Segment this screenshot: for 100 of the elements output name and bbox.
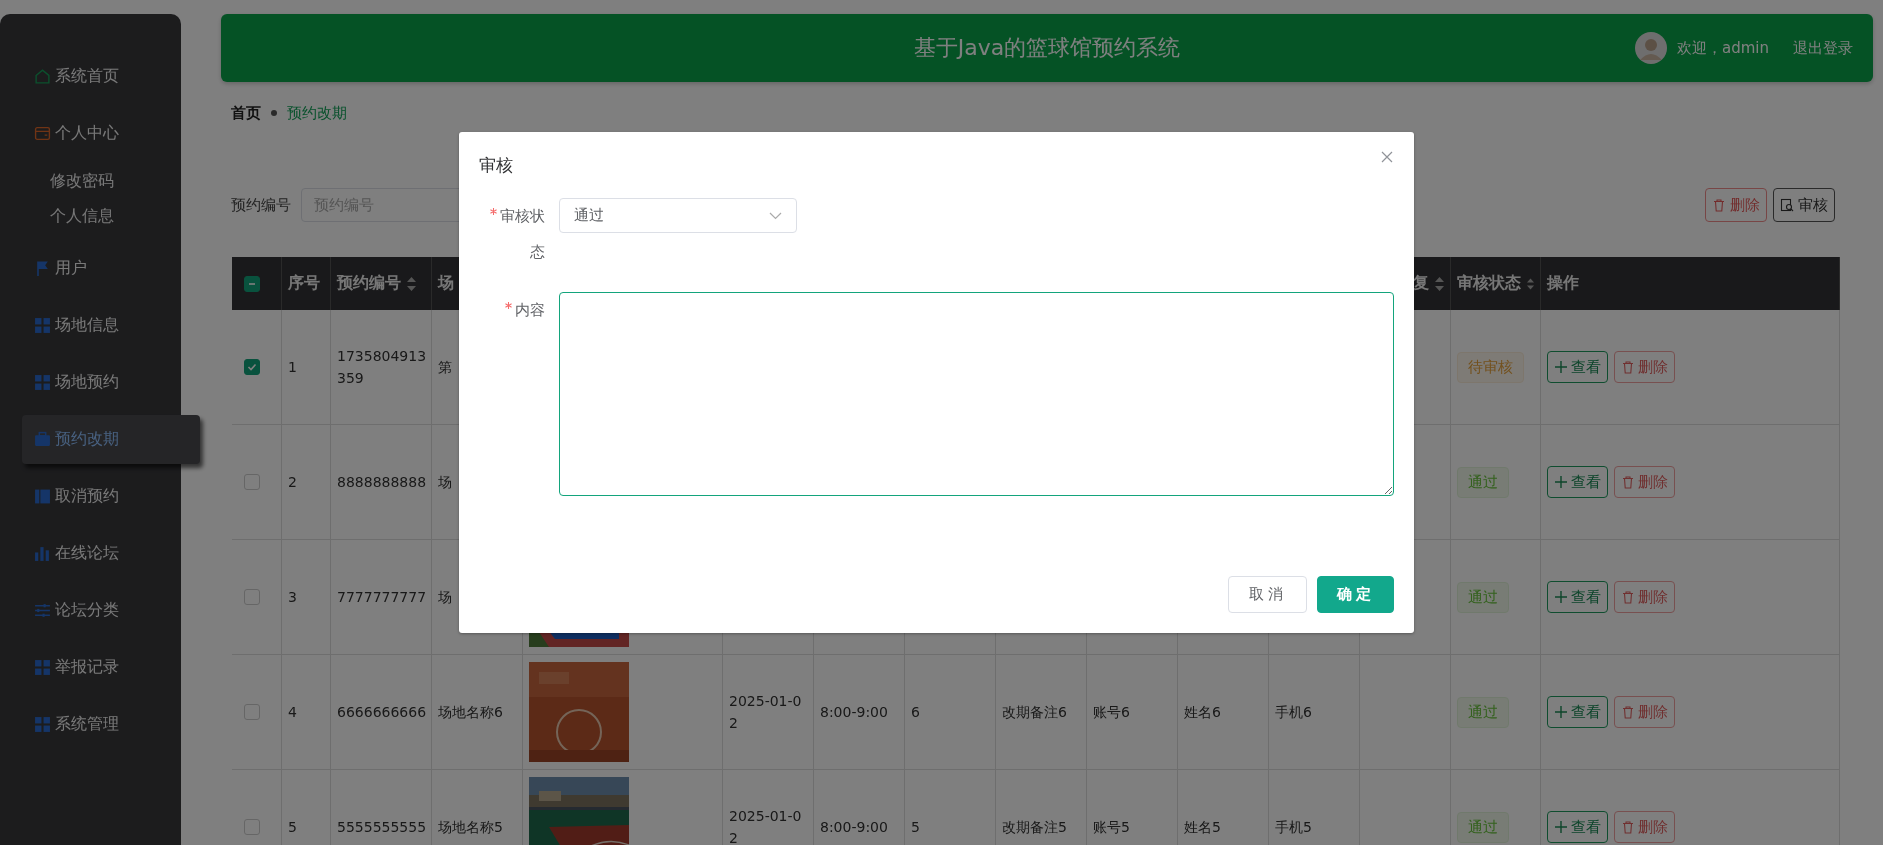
separator-dot <box>271 110 277 116</box>
field-label: 内容 <box>479 292 545 328</box>
logout-link[interactable]: 退出登录 <box>1793 38 1853 58</box>
sidebar-item[interactable]: 取消预约 <box>34 472 174 521</box>
cancel-button[interactable]: 取消 <box>1228 576 1307 613</box>
sidebar-item[interactable]: 场地信息 <box>34 301 174 350</box>
plus-icon <box>1554 360 1568 374</box>
plus-icon <box>1554 820 1568 834</box>
status-select[interactable]: 通过 <box>559 198 797 233</box>
venue-cell-text: 场地名称6 <box>438 702 503 722</box>
view-button[interactable]: 查看 <box>1547 351 1608 383</box>
index-cell-text: 5 <box>288 817 297 837</box>
checkbox[interactable] <box>244 704 260 720</box>
status-tag: 通过 <box>1457 811 1509 843</box>
confirm-button[interactable]: 确定 <box>1317 576 1394 613</box>
index-cell-text: 2 <box>288 472 297 492</box>
time-cell-text: 8:00-9:00 <box>820 702 888 722</box>
plus-icon <box>1554 705 1568 719</box>
view-button[interactable]: 查看 <box>1547 466 1608 498</box>
sidebar-item[interactable]: 系统管理 <box>34 700 174 749</box>
sort-icon[interactable] <box>1527 276 1534 291</box>
status-tag: 通过 <box>1457 466 1509 498</box>
grid-icon <box>34 317 51 334</box>
delete-button[interactable]: 删除 <box>1614 811 1675 843</box>
sidebar-item[interactable]: 系统首页 <box>34 52 174 101</box>
dialog-title: 审核 <box>479 154 513 177</box>
trash-icon <box>1621 705 1635 719</box>
sidebar-item[interactable]: 个人中心 <box>34 109 174 158</box>
chevron-down-icon <box>769 211 782 220</box>
content-field[interactable] <box>558 292 1394 496</box>
checkbox[interactable] <box>244 275 260 292</box>
phone-cell-text: 手机5 <box>1275 817 1312 837</box>
venue-cell-text: 场 <box>438 472 452 492</box>
sort-icon[interactable] <box>1435 276 1444 291</box>
column-header: 复 <box>1413 273 1429 294</box>
delete-button[interactable]: 删除 <box>1614 351 1675 383</box>
sidebar-item[interactable]: 用户 <box>34 244 174 293</box>
grid-icon <box>34 716 51 733</box>
booking-number-cell-text: 6666666666 <box>337 702 427 722</box>
venue-cell-text: 第 <box>438 357 452 377</box>
checkbox[interactable] <box>244 589 260 605</box>
checkbox[interactable] <box>244 474 260 490</box>
app-title: 基于Java的篮球馆预约系统 <box>913 34 1181 62</box>
delete-button[interactable]: 删除 <box>1614 581 1675 613</box>
venue-header: 场 <box>438 273 454 294</box>
delete-button[interactable]: 删除 <box>1614 696 1675 728</box>
count-cell-text: 6 <box>911 702 920 722</box>
actions-header: 操作 <box>1547 273 1579 294</box>
delete-button[interactable]: 删除 <box>1705 188 1767 222</box>
status-tag: 待审核 <box>1457 351 1524 383</box>
sidebar-item[interactable]: 论坛分类 <box>34 586 174 635</box>
sliders-icon <box>34 602 51 619</box>
index-cell-text: 1 <box>288 357 297 377</box>
plus-icon <box>1554 475 1568 489</box>
trash-icon <box>1621 360 1635 374</box>
booking-number-cell-text: 1735804913359 <box>337 346 427 388</box>
trash-icon <box>1621 590 1635 604</box>
date-cell-text: 2025-01-02 <box>729 691 803 733</box>
sidebar-subitem[interactable]: 个人信息 <box>50 199 181 234</box>
sidebar-item[interactable]: 在线论坛 <box>34 529 174 578</box>
grid-icon <box>34 659 51 676</box>
name-cell-text: 姓名6 <box>1184 702 1221 722</box>
sidebar-item[interactable]: 举报记录 <box>34 643 174 692</box>
index-cell-text: 3 <box>288 587 297 607</box>
sidebar-item[interactable]: 场地预约 <box>34 358 174 407</box>
checkbox[interactable] <box>244 359 260 375</box>
avatar-icon <box>1635 32 1667 64</box>
sort-icon[interactable] <box>407 276 416 291</box>
view-button[interactable]: 查看 <box>1547 581 1608 613</box>
book-icon <box>34 488 51 505</box>
index-header: 序号 <box>288 273 320 294</box>
view-button[interactable]: 查看 <box>1547 696 1608 728</box>
plus-icon <box>1554 590 1568 604</box>
review-button[interactable]: 审核 <box>1773 188 1835 222</box>
document-search-icon <box>1780 198 1794 212</box>
greeting-text: 欢迎，admin <box>1677 38 1769 58</box>
booking-number-cell-text: 5555555555 <box>337 817 427 837</box>
note-cell-text: 改期备注5 <box>1002 817 1067 837</box>
check-icon <box>247 362 257 372</box>
search-label: 预约编号 <box>231 195 291 215</box>
booking-number-header: 预约编号 <box>337 273 401 294</box>
index-cell-text: 4 <box>288 702 297 722</box>
breadcrumb-link[interactable]: 预约改期 <box>287 103 347 123</box>
breadcrumb-link[interactable]: 首页 <box>231 103 261 123</box>
briefcase-icon <box>34 431 51 448</box>
home-icon <box>34 68 51 85</box>
checkbox[interactable] <box>244 819 260 835</box>
delete-button[interactable]: 删除 <box>1614 466 1675 498</box>
venue-cell-text: 场地名称5 <box>438 817 503 837</box>
note-cell-text: 改期备注6 <box>1002 702 1067 722</box>
status-header: 审核状态 <box>1457 273 1521 294</box>
sidebar-item[interactable]: 预约改期 <box>22 415 200 464</box>
view-button[interactable]: 查看 <box>1547 811 1608 843</box>
account-cell-text: 账号6 <box>1093 702 1130 722</box>
sidebar-subitem[interactable]: 修改密码 <box>50 164 181 199</box>
close-icon[interactable] <box>1380 150 1394 164</box>
bar-chart-icon <box>34 545 51 562</box>
phone-cell-text: 手机6 <box>1275 702 1312 722</box>
count-cell-text: 5 <box>911 817 920 837</box>
status-tag: 通过 <box>1457 581 1509 613</box>
